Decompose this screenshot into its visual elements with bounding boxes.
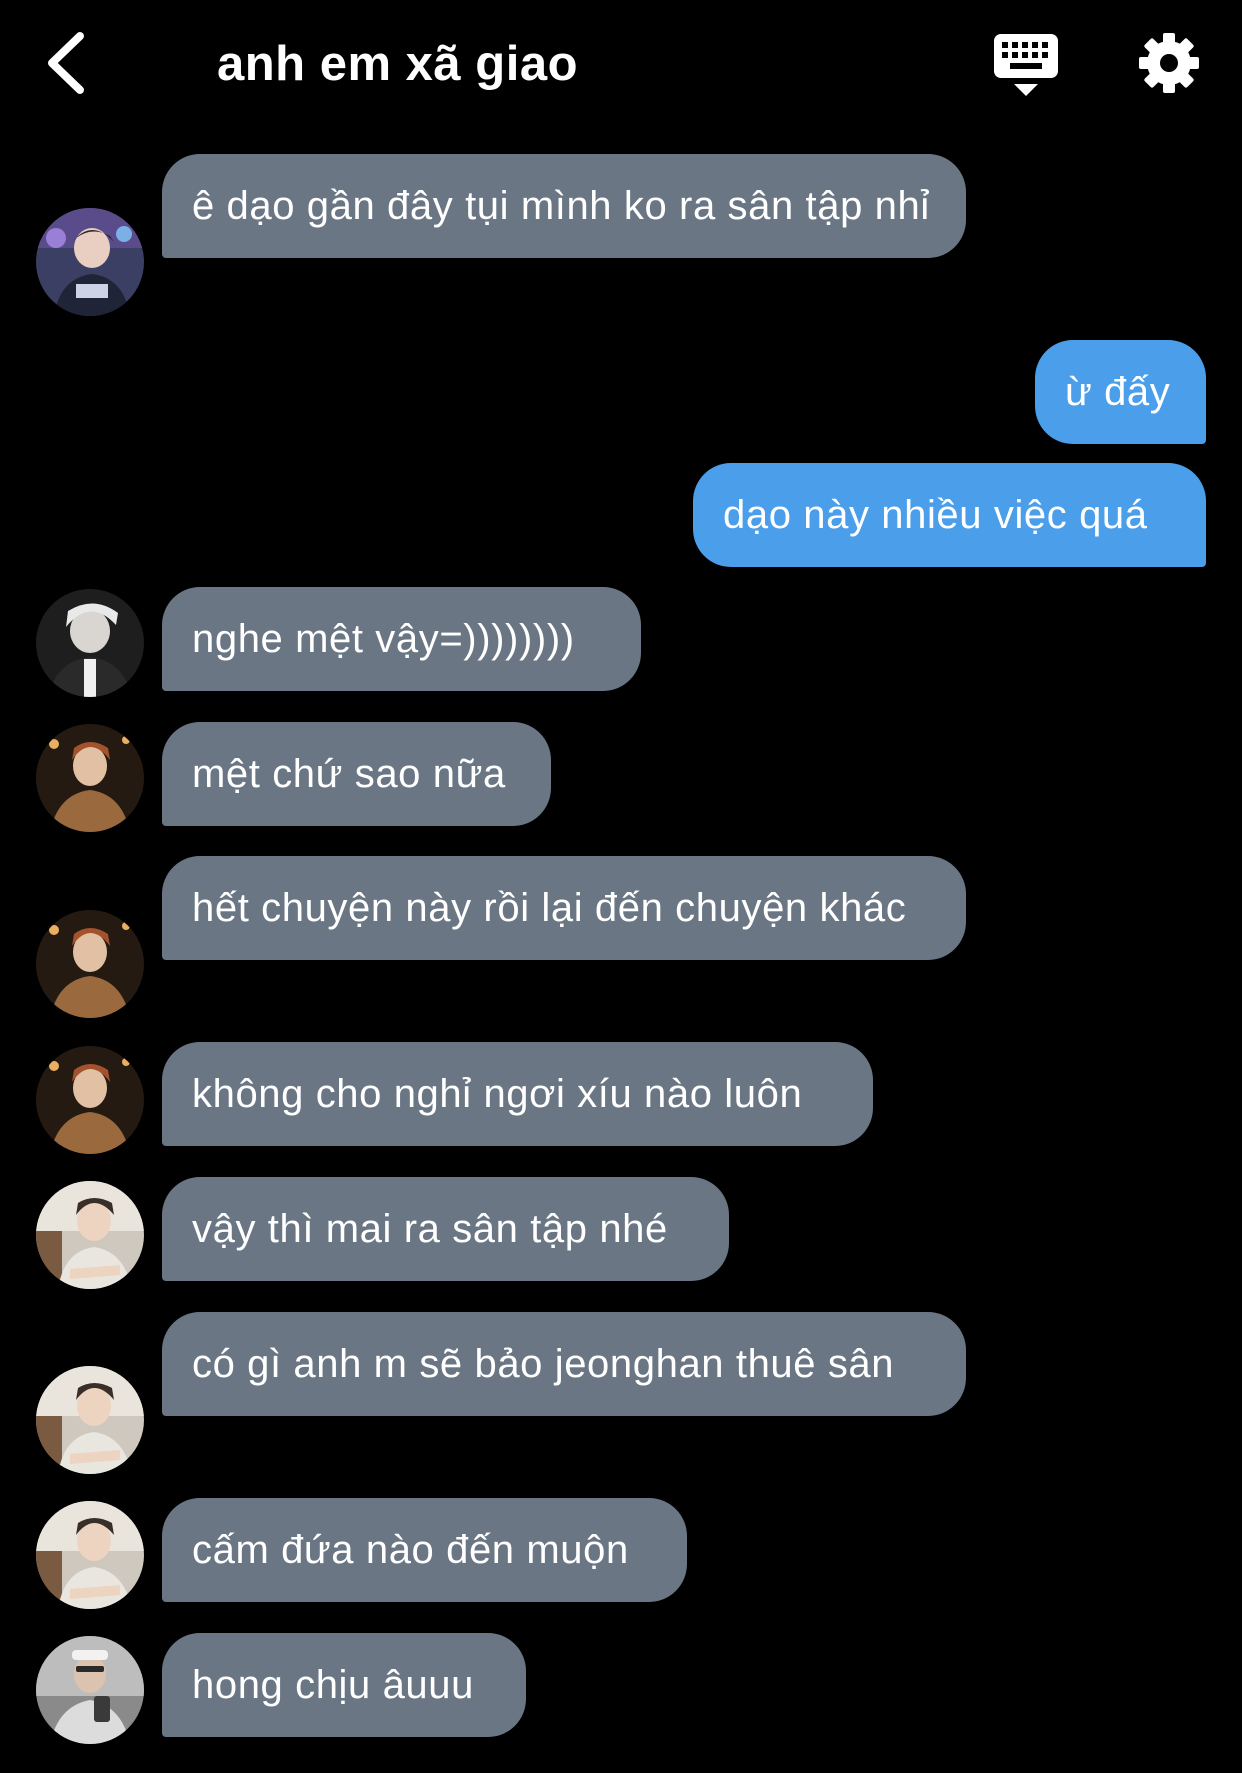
settings-button[interactable] xyxy=(1136,30,1202,96)
avatar-photo xyxy=(36,589,144,697)
avatar[interactable] xyxy=(36,1046,144,1154)
message-bubble-outgoing[interactable]: dạo này nhiều việc quá xyxy=(693,463,1206,567)
avatar-photo xyxy=(36,724,144,832)
avatar[interactable] xyxy=(36,910,144,1018)
chevron-left-icon xyxy=(48,32,84,94)
chat-header: anh em xã giao xyxy=(0,0,1242,130)
message-bubble-incoming[interactable]: mệt chứ sao nữa xyxy=(162,722,551,826)
gear-icon xyxy=(1139,33,1199,93)
avatar-photo xyxy=(36,1181,144,1289)
avatar-photo xyxy=(36,1366,144,1474)
message-bubble-incoming[interactable]: vậy thì mai ra sân tập nhé xyxy=(162,1177,729,1281)
message-bubble-incoming[interactable]: có gì anh m sẽ bảo jeonghan thuê sân xyxy=(162,1312,966,1416)
avatar[interactable] xyxy=(36,208,144,316)
message-bubble-incoming[interactable]: nghe mệt vậy=)))))))) xyxy=(162,587,641,691)
avatar[interactable] xyxy=(36,1181,144,1289)
message-bubble-incoming[interactable]: hong chịu âuuu xyxy=(162,1633,526,1737)
message-bubble-incoming[interactable]: cấm đứa nào đến muộn xyxy=(162,1498,687,1602)
chat-title: anh em xã giao xyxy=(217,37,579,91)
keyboard-button[interactable] xyxy=(990,30,1062,100)
avatar[interactable] xyxy=(36,589,144,697)
message-bubble-incoming[interactable]: không cho nghỉ ngơi xíu nào luôn xyxy=(162,1042,873,1146)
avatar[interactable] xyxy=(36,1501,144,1609)
avatar[interactable] xyxy=(36,1366,144,1474)
avatar[interactable] xyxy=(36,724,144,832)
avatar[interactable] xyxy=(36,1636,144,1744)
keyboard-icon xyxy=(994,34,1058,96)
avatar-photo xyxy=(36,208,144,316)
message-bubble-outgoing[interactable]: ừ đấy xyxy=(1035,340,1206,444)
avatar-photo xyxy=(36,1501,144,1609)
message-bubble-incoming[interactable]: ê dạo gần đây tụi mình ko ra sân tập nhỉ xyxy=(162,154,966,258)
avatar-photo xyxy=(36,1046,144,1154)
avatar-photo xyxy=(36,1636,144,1744)
back-button[interactable] xyxy=(38,28,98,98)
message-bubble-incoming[interactable]: hết chuyện này rồi lại đến chuyện khác xyxy=(162,856,966,960)
avatar-photo xyxy=(36,910,144,1018)
